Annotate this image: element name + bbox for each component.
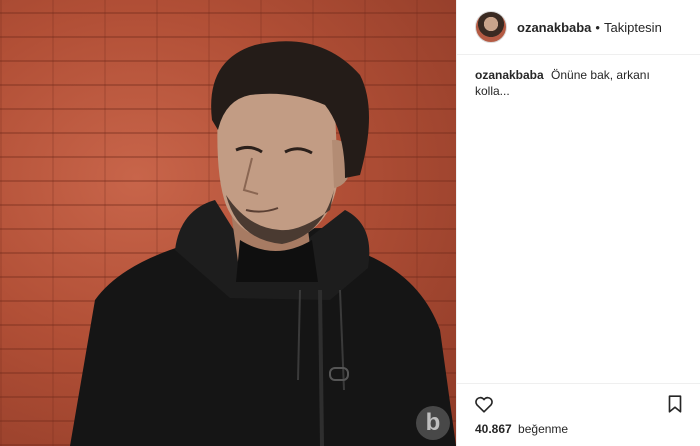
post-photo[interactable]: b — [0, 0, 456, 446]
username-link[interactable]: ozanakbaba — [517, 20, 591, 35]
heart-icon[interactable] — [473, 393, 495, 415]
follow-status-button[interactable]: Takiptesin — [604, 20, 662, 35]
caption-username-link[interactable]: ozanakbaba — [475, 68, 544, 82]
likes-label: beğenme — [518, 422, 569, 436]
avatar[interactable] — [475, 11, 507, 43]
likes-count[interactable]: 40.867 beğenme — [457, 416, 700, 436]
action-bar — [457, 384, 700, 416]
portrait-illustration — [70, 41, 456, 446]
watermark-logo: b — [416, 406, 450, 440]
bookmark-icon[interactable] — [664, 393, 686, 415]
separator-dot: • — [595, 19, 600, 35]
instagram-post: b ozanakbaba • Takiptesin ozanakbaba Önü… — [0, 0, 700, 446]
likes-number: 40.867 — [475, 422, 512, 436]
post-header: ozanakbaba • Takiptesin — [457, 0, 700, 55]
post-footer: 40.867 beğenme — [457, 383, 700, 446]
post-side-panel: ozanakbaba • Takiptesin ozanakbaba Önüne… — [456, 0, 700, 446]
post-caption: ozanakbaba Önüne bak, arkanı kolla... — [457, 55, 700, 99]
